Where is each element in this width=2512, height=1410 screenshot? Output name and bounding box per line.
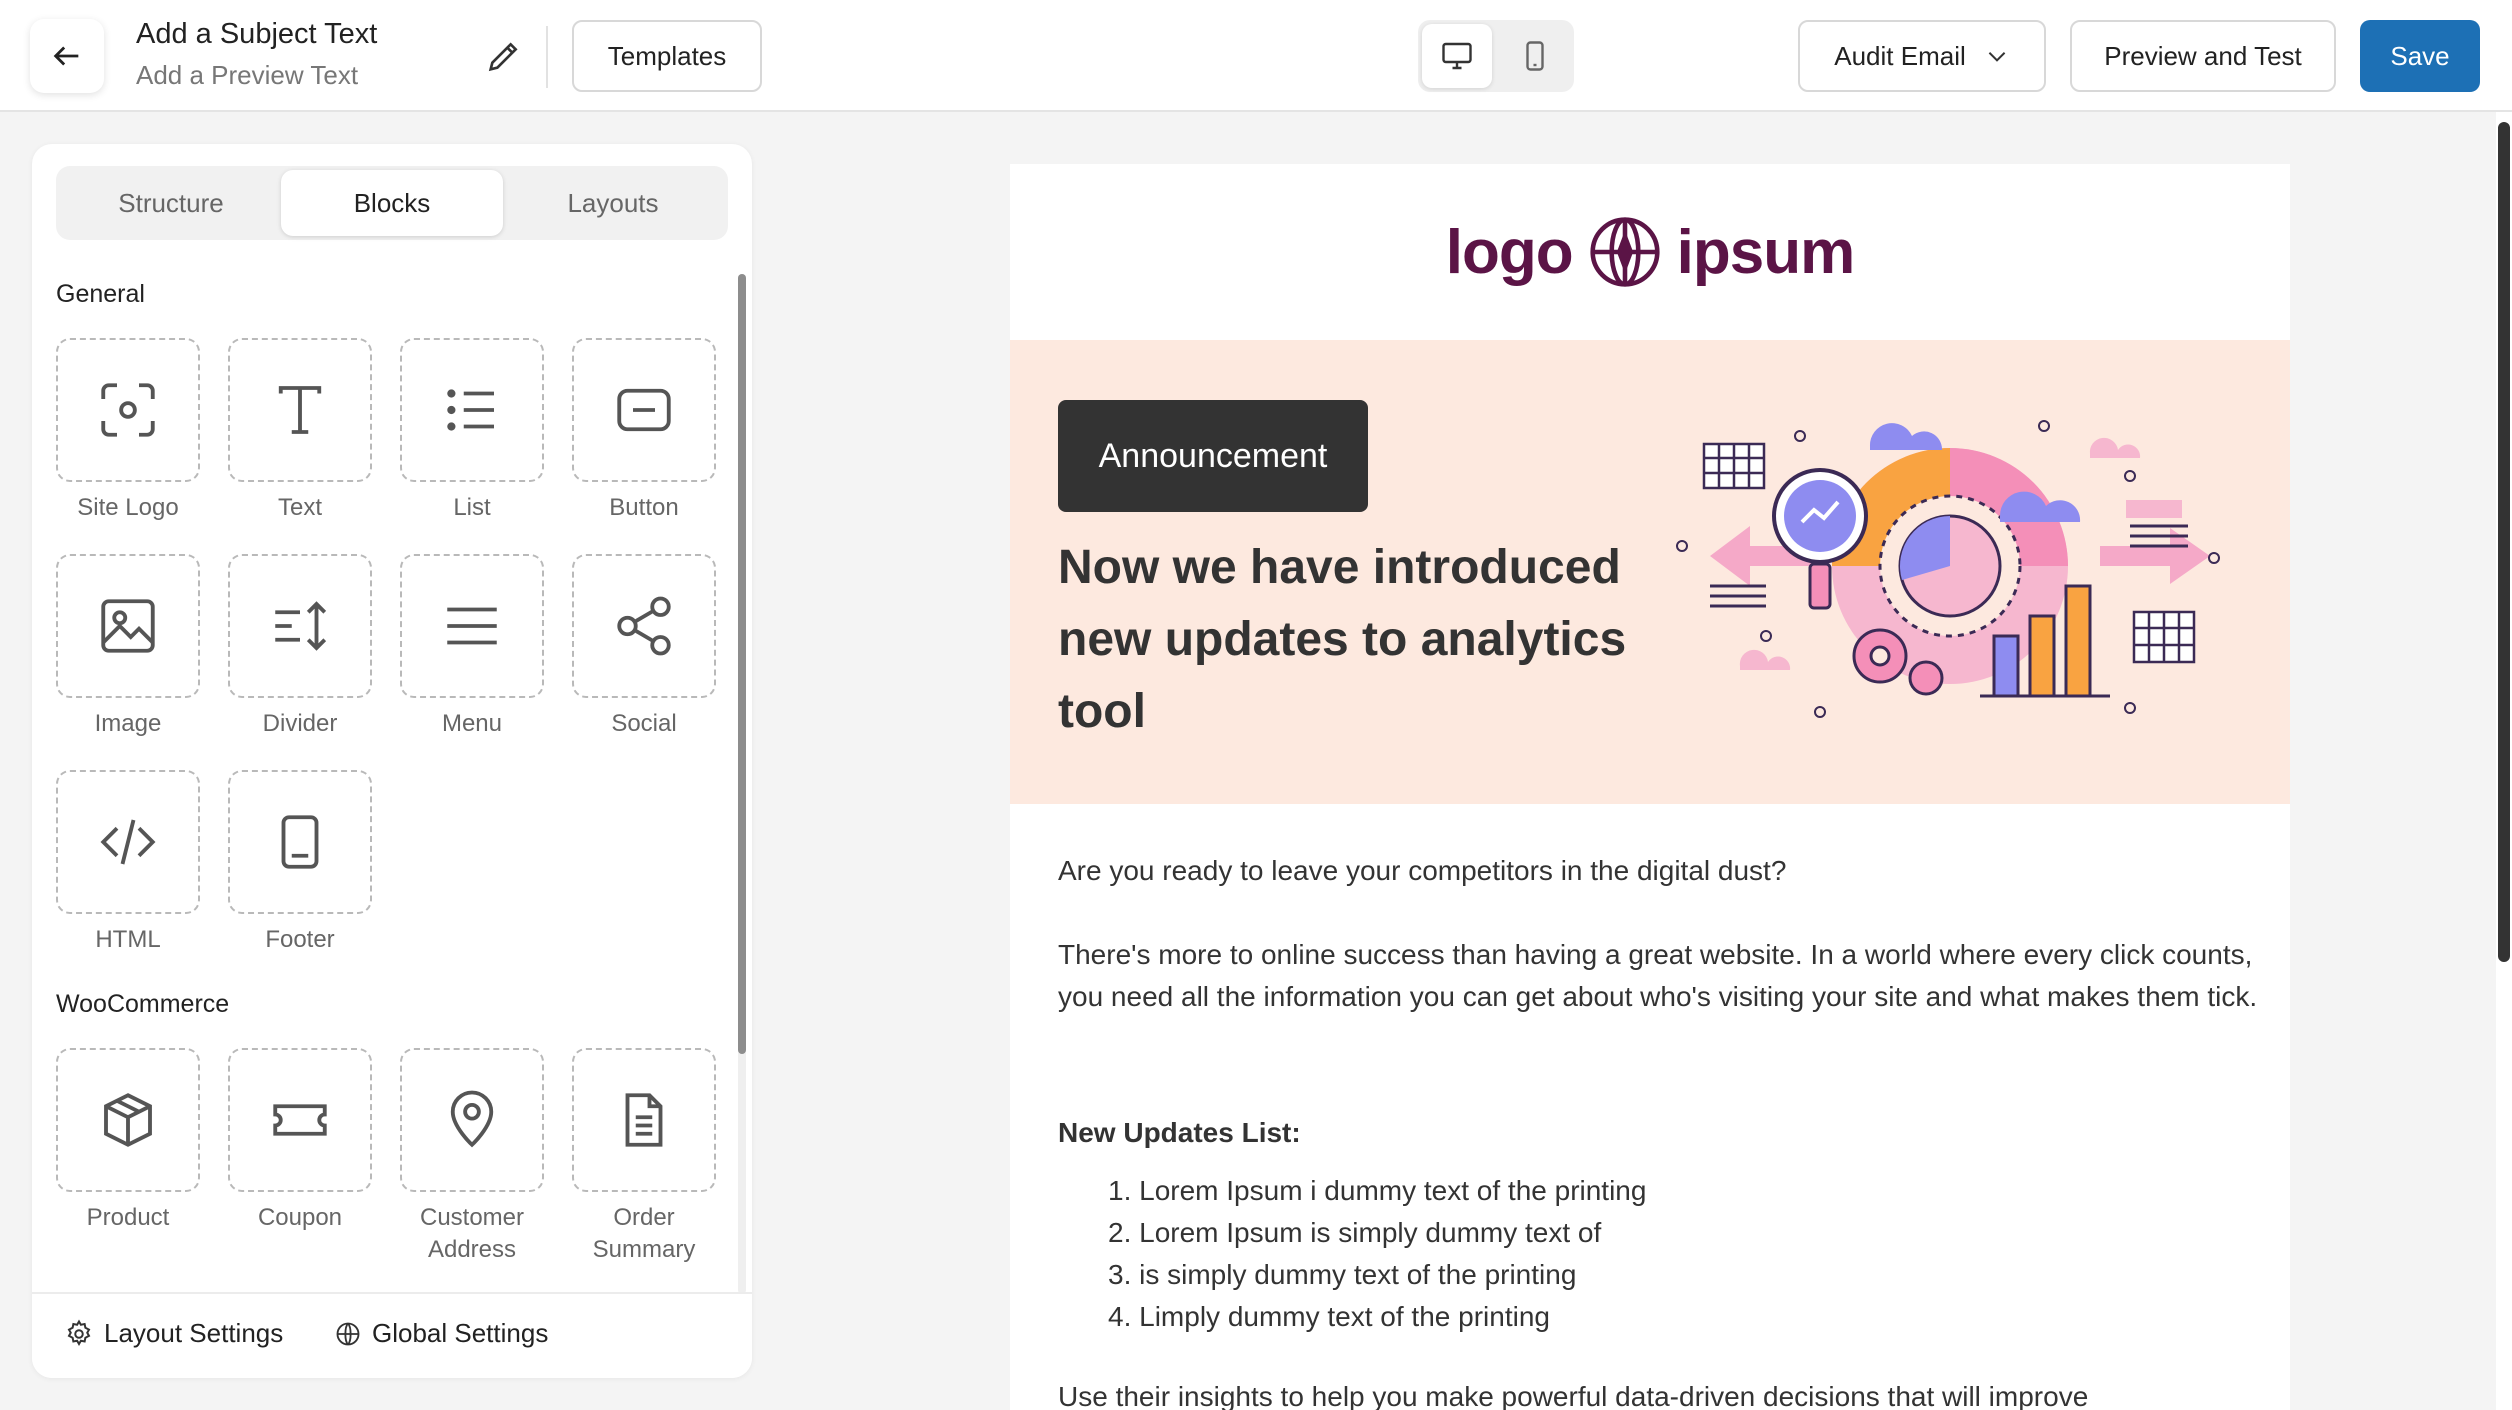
block-divider[interactable]: Divider: [228, 554, 372, 740]
block-label: Order Summary: [572, 1202, 716, 1266]
list-item: 3. is simply dummy text of the printing: [1108, 1259, 1577, 1290]
site-logo-icon: [101, 383, 155, 437]
gear-icon: [67, 1318, 91, 1346]
block-label: Product: [86, 1204, 170, 1231]
tab-structure[interactable]: Structure: [60, 170, 282, 236]
audit-email-label: Audit Email: [1834, 40, 1966, 71]
block-label: List: [453, 494, 491, 521]
back-button[interactable]: [30, 19, 104, 93]
arrow-left-icon: [53, 46, 79, 66]
block-customer-address[interactable]: Customer Address: [400, 1048, 544, 1266]
block-image[interactable]: Image: [56, 554, 200, 740]
block-label: HTML: [95, 926, 161, 953]
box-icon: [104, 1093, 152, 1147]
mobile-view-button[interactable]: [1500, 24, 1570, 88]
block-label: Social: [611, 710, 677, 737]
global-settings-label: Global Settings: [372, 1318, 549, 1348]
email-canvas: logo ipsum Announcement Now we have intr…: [1010, 164, 2290, 1410]
block-label-line: Summary: [592, 1236, 696, 1263]
list-title[interactable]: New Updates List:: [1058, 1112, 2258, 1154]
block-label: Footer: [265, 926, 335, 953]
block-order-summary[interactable]: Order Summary: [572, 1048, 716, 1266]
block-label: Divider: [262, 710, 338, 737]
block-menu[interactable]: Menu: [400, 554, 544, 740]
block-html[interactable]: HTML: [56, 770, 200, 956]
block-label: Image: [94, 710, 162, 737]
paragraph-intro[interactable]: Are you ready to leave your competitors …: [1058, 850, 2258, 892]
email-logo[interactable]: logo ipsum: [1010, 164, 2290, 340]
block-label-line: Order: [613, 1204, 675, 1231]
block-social[interactable]: Social: [572, 554, 716, 740]
general-section-title: General: [56, 280, 145, 308]
pencil-icon[interactable]: [484, 36, 524, 76]
updates-list[interactable]: 1. Lorem Ipsum i dummy text of the print…: [1108, 1170, 1646, 1338]
block-label: Site Logo: [77, 494, 179, 521]
block-coupon[interactable]: Coupon: [228, 1048, 372, 1234]
logo-text-right: ipsum: [1676, 217, 1856, 287]
analytics-illustration: [1676, 420, 2220, 718]
document-icon: [625, 1093, 663, 1147]
list-item: 1. Lorem Ipsum i dummy text of the print…: [1108, 1175, 1647, 1206]
panel-tabs: Structure Blocks Layouts: [56, 166, 728, 240]
block-footer[interactable]: Footer: [228, 770, 372, 956]
panel-scrollbar-thumb[interactable]: [738, 274, 746, 1054]
global-settings-button[interactable]: Global Settings: [334, 1318, 548, 1349]
block-label-line: Customer: [419, 1204, 525, 1231]
mobile-icon: [1526, 41, 1544, 71]
code-icon: [100, 819, 156, 865]
location-pin-icon: [450, 1090, 494, 1148]
paragraph-insights[interactable]: Use their insights to help you make powe…: [1058, 1376, 2258, 1410]
list-item: 2. Lorem Ipsum is simply dummy text of: [1108, 1217, 1602, 1248]
menu-icon: [447, 607, 497, 645]
divider-icon: [275, 601, 327, 651]
hero-headline: Now we have introduced new updates to an…: [1058, 541, 1627, 738]
layout-settings-label: Layout Settings: [104, 1318, 284, 1348]
save-button[interactable]: Save: [2360, 20, 2480, 92]
templates-button[interactable]: Templates: [572, 20, 762, 92]
preview-and-test-button[interactable]: Preview and Test: [2070, 20, 2336, 92]
block-site-logo[interactable]: Site Logo: [56, 338, 200, 524]
chevron-down-icon: [1988, 52, 2006, 62]
block-text[interactable]: Text: [228, 338, 372, 524]
image-icon: [101, 599, 155, 653]
footer-icon: [281, 815, 319, 869]
top-bar: Add a Subject Text Add a Preview Text Te…: [0, 0, 2512, 112]
device-toggle: [1418, 20, 1574, 92]
divider: [546, 26, 548, 88]
list-icon: [447, 389, 494, 431]
audit-email-button[interactable]: Audit Email: [1798, 20, 2046, 92]
block-label-line: Address: [427, 1236, 517, 1263]
text-icon: [278, 386, 322, 434]
globe-icon: [336, 1322, 360, 1345]
woocommerce-section-title: WooCommerce: [56, 990, 230, 1018]
block-label: Customer Address: [400, 1202, 544, 1266]
share-icon: [617, 596, 671, 656]
panel-footer: Layout Settings Global Settings: [32, 1292, 752, 1378]
hero-section[interactable]: Announcement Now we have introduced new …: [1010, 340, 2290, 804]
preview-text[interactable]: Add a Preview Text: [136, 60, 358, 91]
desktop-view-button[interactable]: [1422, 24, 1492, 88]
block-label: Menu: [441, 710, 503, 737]
logo-text-left: logo: [1445, 217, 1574, 287]
page-scrollbar-thumb[interactable]: [2498, 122, 2510, 962]
paragraph-main[interactable]: There's more to online success than havi…: [1058, 934, 2258, 1018]
desktop-icon: [1442, 42, 1472, 70]
block-product[interactable]: Product: [56, 1048, 200, 1234]
blocks-panel: Structure Blocks Layouts General Site Lo…: [32, 144, 752, 1378]
tab-layouts[interactable]: Layouts: [502, 170, 724, 236]
list-item: 4. Limply dummy text of the printing: [1108, 1301, 1550, 1332]
block-list[interactable]: List: [400, 338, 544, 524]
layout-settings-button[interactable]: Layout Settings: [64, 1318, 283, 1349]
globe-logo-icon: [1590, 217, 1660, 287]
subject-text[interactable]: Add a Subject Text: [136, 18, 377, 51]
block-button[interactable]: Button: [572, 338, 716, 524]
block-label: Button: [609, 494, 679, 521]
block-label: Text: [277, 494, 322, 521]
announcement-badge: Announcement: [1058, 400, 1368, 512]
block-label: Coupon: [257, 1204, 343, 1231]
button-icon: [617, 388, 671, 432]
tab-blocks[interactable]: Blocks: [281, 170, 503, 236]
ticket-icon: [273, 1104, 327, 1136]
